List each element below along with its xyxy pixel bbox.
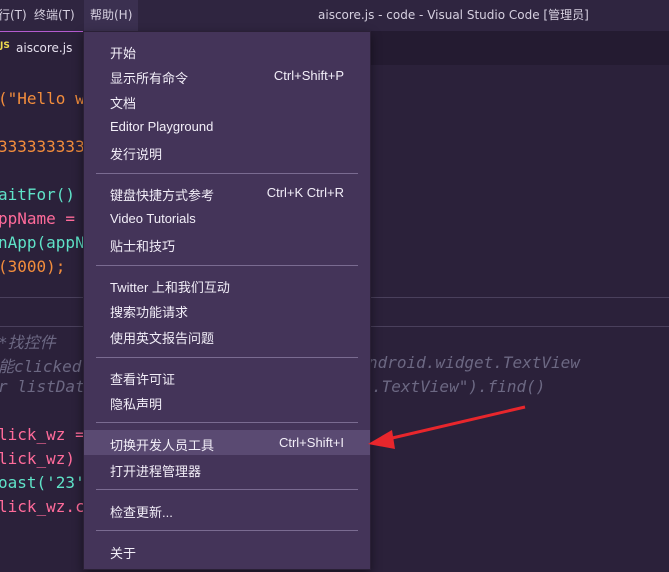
annotation-arrow-icon: [368, 405, 526, 449]
